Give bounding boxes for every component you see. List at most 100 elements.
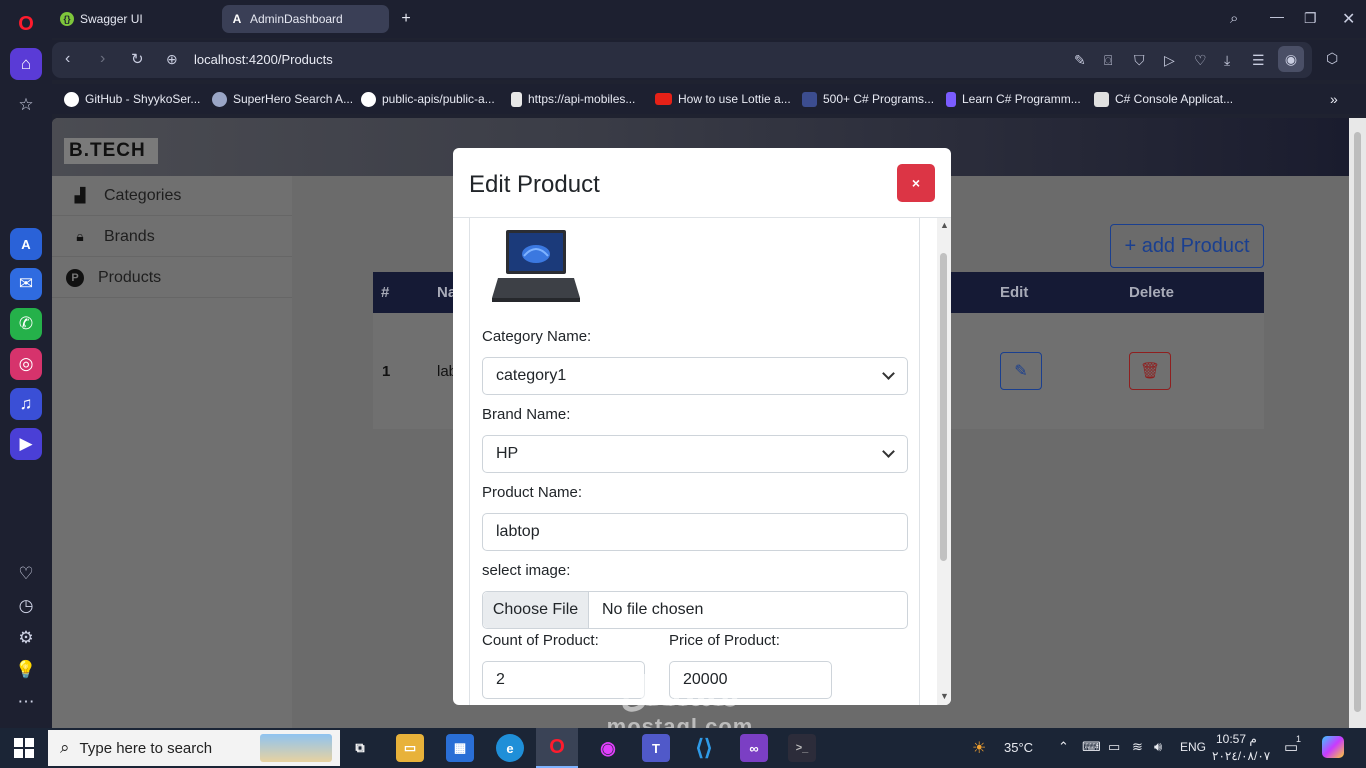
history-icon[interactable]: ◷	[10, 590, 42, 622]
forward-icon[interactable]: ›	[100, 50, 105, 68]
whatsapp-icon[interactable]: ✆	[10, 308, 42, 340]
tray-chevron-up-icon[interactable]: ⌃	[1058, 739, 1069, 755]
tab-swagger[interactable]: {} Swagger UI	[52, 5, 220, 33]
page-scrollbar[interactable]	[1349, 118, 1366, 728]
music-icon[interactable]: ♫	[10, 388, 42, 420]
settings-icon[interactable]: ⚙	[10, 622, 42, 654]
search-tabs-icon[interactable]: ⌕	[1230, 10, 1238, 27]
bookmark-label: SuperHero Search A...	[233, 92, 354, 106]
edge-icon[interactable]: e	[496, 734, 524, 762]
site-info-icon[interactable]: ⊕	[166, 51, 178, 68]
file-status: No file chosen	[602, 601, 704, 618]
favorite-icon[interactable]: ♡	[1194, 52, 1207, 69]
taskbar-search[interactable]: ⌕ Type here to search	[48, 730, 340, 766]
task-view-icon[interactable]: ⧉	[346, 734, 374, 762]
add-product-button[interactable]: + add Product	[1110, 224, 1264, 268]
extensions-icon[interactable]: ⬡	[1326, 50, 1338, 67]
bookmark-learn-csharp[interactable]: Learn C# Programm...	[946, 90, 1081, 108]
modal-title: Edit Product	[469, 171, 600, 198]
heart-icon[interactable]: ♡	[10, 558, 42, 590]
edit-icon[interactable]: ✎	[1074, 52, 1086, 69]
close-window-icon[interactable]: ✕	[1342, 9, 1355, 29]
menu-icon[interactable]: ☰	[1252, 52, 1265, 69]
csharp-console-icon	[1094, 91, 1109, 107]
player-icon[interactable]: ▶	[10, 428, 42, 460]
url-text[interactable]: localhost:4200/Products	[194, 52, 333, 67]
language-indicator[interactable]: ENG	[1180, 740, 1206, 754]
visual-studio-icon[interactable]: ∞	[740, 734, 768, 762]
temperature[interactable]: 35°C	[1004, 740, 1033, 755]
store-icon[interactable]: ▦	[446, 734, 474, 762]
tab-admin-dashboard[interactable]: A AdminDashboard	[222, 5, 389, 33]
clock-date[interactable]: ٢٠٢٤/٠٨/٠٧	[1212, 749, 1270, 763]
clock-time[interactable]: 10:57 م	[1216, 732, 1257, 746]
bookmark-api-mobiles[interactable]: https://api-mobiles...	[511, 90, 635, 108]
wifi-icon[interactable]: ≋	[1132, 739, 1143, 755]
back-icon[interactable]: ‹	[65, 50, 70, 68]
star-icon[interactable]: ☆	[10, 89, 42, 121]
reload-icon[interactable]: ↻	[131, 50, 144, 68]
product-name-label: Product Name:	[482, 484, 583, 501]
bulb-icon[interactable]: 💡	[10, 654, 42, 686]
page-scroll-thumb[interactable]	[1354, 132, 1361, 712]
close-button[interactable]: ×	[897, 164, 935, 202]
page-icon	[511, 91, 522, 107]
instagram-icon[interactable]: ◎	[10, 348, 42, 380]
delete-button[interactable]: 🗑︎	[1129, 352, 1171, 390]
nav-label: Products	[98, 268, 162, 286]
nav-item-products[interactable]: P Products	[52, 258, 292, 298]
file-explorer-icon[interactable]: ▭	[396, 734, 424, 762]
bookmark-csharp-console[interactable]: C# Console Applicat...	[1094, 90, 1233, 108]
modal-scrollbar[interactable]: ▲ ▼	[937, 218, 951, 705]
category-select[interactable]: category1	[482, 357, 908, 395]
ime-icon[interactable]: ⌨	[1082, 739, 1101, 755]
bookmark-csharp-programs[interactable]: 500+ C# Programs...	[802, 90, 934, 108]
vscode-icon[interactable]: ⟨⟩	[690, 734, 718, 762]
windows-start-icon[interactable]	[14, 738, 34, 758]
scroll-thumb[interactable]	[940, 253, 947, 561]
brand-logo[interactable]: B.TECH	[64, 138, 158, 164]
file-input[interactable]: Choose File No file chosen	[482, 591, 908, 629]
product-name-value: labtop	[496, 523, 540, 540]
edit-button[interactable]: ✎	[1000, 352, 1042, 390]
more-icon[interactable]: ⋯	[10, 686, 42, 718]
new-tab-button[interactable]: +	[395, 5, 417, 33]
choose-file-button[interactable]: Choose File	[483, 592, 589, 628]
teams-icon[interactable]: T	[642, 734, 670, 762]
nav-item-brands[interactable]: 🔒︎ Brands	[52, 217, 292, 257]
url-bar[interactable]: ‹ › ↻ ⊕ localhost:4200/Products ✎ ⌼ ⛉ ▷ …	[52, 42, 1312, 78]
battery-icon[interactable]: ▭	[1108, 739, 1120, 755]
scroll-up-icon[interactable]: ▲	[940, 220, 949, 230]
profile-icon[interactable]: ◉	[1278, 46, 1304, 72]
restore-icon[interactable]: ❐	[1304, 10, 1317, 27]
nav-item-categories[interactable]: ▟ Categories	[52, 176, 292, 216]
scroll-down-icon[interactable]: ▼	[940, 691, 949, 701]
brand-select[interactable]: HP	[482, 435, 908, 473]
bookmarks-overflow-icon[interactable]: »	[1330, 90, 1338, 108]
header-edit: Edit	[1000, 284, 1029, 301]
bookmark-github-shyyko[interactable]: GitHub - ShyykoSer...	[64, 90, 200, 108]
messenger-icon[interactable]: ✉	[10, 268, 42, 300]
bookmark-public-apis[interactable]: public-apis/public-a...	[361, 90, 495, 108]
app-circle-icon[interactable]: ◉	[594, 734, 622, 762]
weather-icon[interactable]: ☀	[972, 738, 986, 758]
camera-icon[interactable]: ⌼	[1104, 52, 1112, 69]
volume-icon[interactable]: 🔊︎	[1154, 739, 1162, 755]
app-sidebar: ▟ Categories 🔒︎ Brands P Products	[52, 176, 292, 728]
shield-icon[interactable]: ⛉	[1134, 52, 1145, 69]
bookmark-lottie[interactable]: How to use Lottie a...	[655, 90, 791, 108]
brand-label: Brand Name:	[482, 406, 571, 423]
play-icon[interactable]: ▷	[1164, 52, 1175, 69]
bookmark-superhero[interactable]: SuperHero Search A...	[212, 90, 353, 108]
opera-taskbar-icon[interactable]: O	[536, 728, 578, 768]
opera-logo-icon[interactable]: O	[10, 8, 42, 40]
aria-icon[interactable]: A	[10, 228, 42, 260]
product-name-input[interactable]: labtop	[482, 513, 908, 551]
bookmark-label: How to use Lottie a...	[678, 92, 791, 106]
terminal-icon[interactable]: >_	[788, 734, 816, 762]
pencil-icon: ✎	[1014, 363, 1028, 380]
home-icon[interactable]: ⌂	[10, 48, 42, 80]
copilot-icon[interactable]	[1322, 736, 1344, 758]
minimize-icon[interactable]: —	[1270, 8, 1284, 24]
download-icon[interactable]: ⤓	[1224, 52, 1230, 69]
